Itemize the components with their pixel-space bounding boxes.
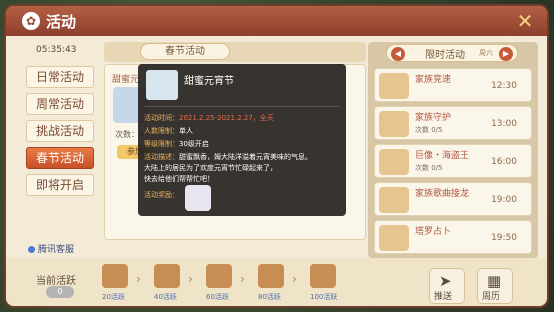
tooltip-desc-label: 活动描述： [144, 153, 179, 161]
event-card-title: 甜蜜元 [112, 75, 140, 85]
window-title: 活动 [46, 13, 77, 31]
tooltip-title: 甜蜜元宵节 [184, 76, 234, 87]
calendar-icon: ▦ [487, 272, 502, 290]
timed-item[interactable]: 塔罗占卜 19:50 [374, 220, 532, 254]
prev-day-button[interactable]: ◀ [391, 47, 405, 61]
current-activity-value: 0 [46, 286, 74, 298]
timed-item-icon [379, 111, 409, 137]
sidebar-item-daily[interactable]: 日常活动 [26, 66, 94, 88]
send-icon: ➤ [439, 272, 452, 290]
timed-item-time: 13:00 [491, 119, 517, 129]
timed-item-name: 巨像・海盗王 [415, 151, 470, 161]
tooltip-desc-row: 活动描述：甜蜜飘香，姆大陆洋溢着元宵美味的气息。 [144, 152, 312, 162]
tooltip-time-label: 活动时间： [144, 114, 179, 122]
tooltip-desc-row: 大陆上的居民为了欢度元宵节忙碌起来了， [144, 163, 277, 173]
timed-activities-panel: ◀ 限时活动 周六 ▶ 家族竞速 12:30 家族守护 次数 0/5 13:00… [368, 42, 538, 258]
timed-item-name: 塔罗占卜 [415, 227, 452, 237]
push-button[interactable]: ➤ 推送 [429, 268, 465, 304]
activity-bar: 当前活跃 0 20活跃 › 40活跃 › 60活跃 › 80活跃 › 100活跃… [6, 258, 547, 306]
tooltip-desc-line3: 快去给他们帮帮忙吧！ [144, 175, 214, 183]
timed-item-name: 家族竞速 [415, 75, 452, 85]
tooltip-desc-line1: 甜蜜飘香，姆大陆洋溢着元宵美味的气息。 [179, 153, 312, 161]
timed-item-time: 19:00 [491, 195, 517, 205]
progress-arrow-icon: › [136, 272, 141, 286]
timed-item-icon [379, 149, 409, 175]
timed-item-icon [379, 187, 409, 213]
tooltip-desc-line2: 大陆上的居民为了欢度元宵节忙碌起来了， [144, 164, 277, 172]
title-bar: ✿ 活动 ✕ [6, 6, 547, 36]
reward-threshold-label: 40活跃 [154, 293, 177, 301]
reward-threshold-label: 20活跃 [102, 293, 125, 301]
timed-item-time: 12:30 [491, 81, 517, 91]
timed-title: 限时活动 [425, 50, 465, 61]
timed-item-time: 19:50 [491, 233, 517, 243]
event-icon [146, 70, 178, 100]
sidebar-item-challenge[interactable]: 挑战活动 [26, 120, 94, 142]
tooltip-people-value: 单人 [179, 127, 193, 135]
next-day-button[interactable]: ▶ [499, 47, 513, 61]
timed-item-count: 次数 0/5 [415, 126, 443, 134]
close-button[interactable]: ✕ [513, 10, 537, 32]
tooltip-people-label: 人数限制： [144, 127, 179, 135]
tooltip-divider [144, 106, 340, 107]
reward-item-icon[interactable] [185, 185, 211, 211]
season-header: 春节活动 [104, 42, 366, 62]
activity-reward-chest[interactable] [102, 264, 128, 288]
activity-reward-chest[interactable] [154, 264, 180, 288]
timed-item-time: 16:00 [491, 157, 517, 167]
timed-item[interactable]: 家族歌曲接龙 19:00 [374, 182, 532, 216]
activity-reward-chest[interactable] [310, 264, 336, 288]
tooltip-reward-label: 活动奖励： [144, 191, 179, 199]
timed-item-icon [379, 73, 409, 99]
weekday-label: 周六 [479, 49, 493, 57]
progress-arrow-icon: › [188, 272, 193, 286]
calendar-label: 周历 [482, 292, 501, 302]
tooltip-time-value: 2021.2.25-2021.2.27，全天 [179, 114, 274, 122]
current-activity-label: 当前活跃 [36, 276, 76, 287]
sidebar-item-upcoming[interactable]: 即将开启 [26, 174, 94, 196]
tooltip-reward-row: 活动奖励： [144, 190, 179, 200]
sidebar-item-spring-festival[interactable]: 春节活动 [26, 147, 94, 169]
timed-item-icon [379, 225, 409, 251]
calendar-button[interactable]: ▦ 周历 [477, 268, 513, 304]
countdown-timer: 05:35:43 [36, 45, 77, 55]
progress-arrow-icon: › [292, 272, 297, 286]
tooltip-desc-row: 快去给他们帮帮忙吧！ [144, 174, 214, 184]
tooltip-people-row: 人数限制：单人 [144, 126, 193, 136]
timed-item[interactable]: 家族守护 次数 0/5 13:00 [374, 106, 532, 140]
timed-item[interactable]: 家族竞速 12:30 [374, 68, 532, 102]
push-label: 推送 [434, 292, 453, 302]
tooltip-level-row: 等级限制：30级开启 [144, 139, 209, 149]
timed-item-name: 家族守护 [415, 113, 452, 123]
timed-item-name: 家族歌曲接龙 [415, 189, 470, 199]
reward-threshold-label: 80活跃 [258, 293, 281, 301]
event-detail-tooltip: 甜蜜元宵节 活动时间：2021.2.25-2021.2.27，全天 人数限制：单… [138, 64, 346, 216]
tooltip-level-value: 30级开启 [179, 140, 209, 148]
tencent-service-link[interactable]: 腾讯客服 [28, 242, 74, 255]
sidebar-item-weekly[interactable]: 周常活动 [26, 93, 94, 115]
activity-reward-chest[interactable] [206, 264, 232, 288]
reward-threshold-label: 100活跃 [310, 293, 338, 301]
tooltip-time-row: 活动时间：2021.2.25-2021.2.27，全天 [144, 113, 274, 123]
timed-header: ◀ 限时活动 周六 ▶ [386, 44, 518, 62]
timed-item[interactable]: 巨像・海盗王 次数 0/5 16:00 [374, 144, 532, 178]
tooltip-level-label: 等级限制： [144, 140, 179, 148]
activity-reward-chest[interactable] [258, 264, 284, 288]
activity-icon: ✿ [22, 12, 40, 30]
timed-item-count: 次数 0/5 [415, 164, 443, 172]
progress-arrow-icon: › [240, 272, 245, 286]
reward-threshold-label: 60活跃 [206, 293, 229, 301]
season-tab[interactable]: 春节活动 [140, 43, 230, 60]
